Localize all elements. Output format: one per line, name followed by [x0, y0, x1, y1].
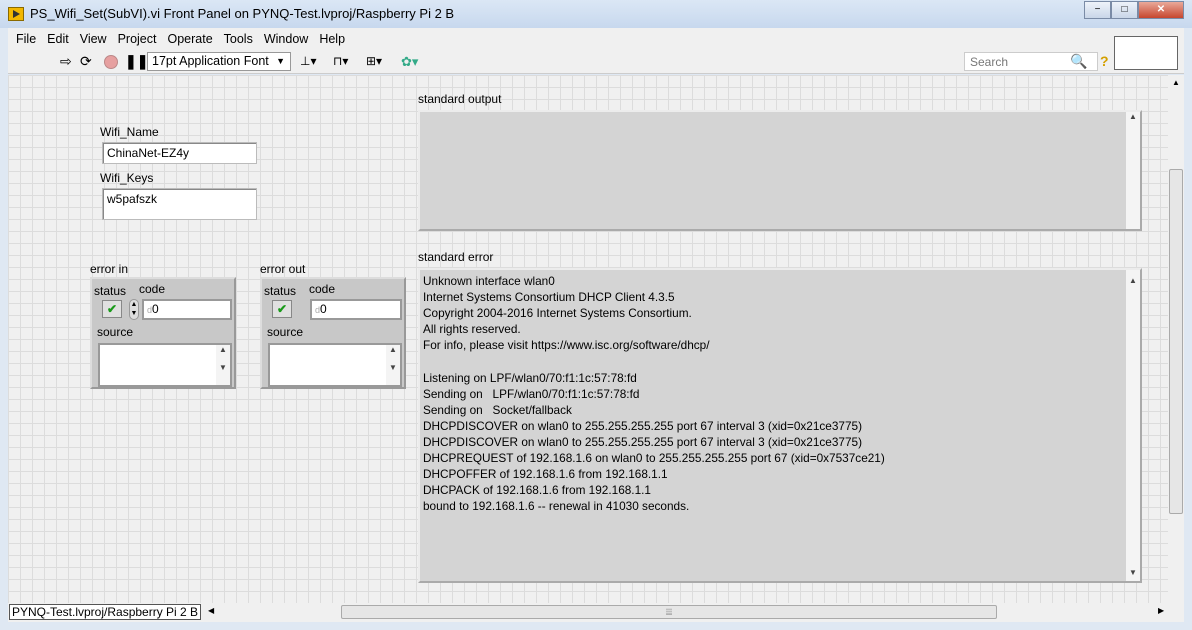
status-checkmark-icon: ✔: [272, 300, 292, 318]
font-select[interactable]: 17pt Application Font ▼: [147, 52, 291, 71]
help-icon[interactable]: ?: [1100, 53, 1109, 70]
menu-tools[interactable]: Tools: [222, 28, 260, 50]
increment-decrement-icon[interactable]: ▲ ▼: [129, 299, 139, 320]
status-label: status: [264, 284, 297, 298]
search-icon[interactable]: 🔍: [1070, 53, 1087, 70]
run-arrow-icon[interactable]: ⇨: [60, 53, 72, 70]
panel-horizontal-scrollbar[interactable]: ⦙⦙⦙: [341, 605, 997, 619]
scrollbar[interactable]: ▲ ▼: [216, 345, 230, 385]
title-bar: PS_Wifi_Set(SubVI).vi Front Panel on PYN…: [0, 0, 1192, 28]
toolbar: ⇨ ⟳ ❚❚ 17pt Application Font ▼ ⊥▾ ⊓▾ ⊞▾ ✿…: [8, 36, 1184, 74]
minimize-button[interactable]: −: [1084, 1, 1111, 19]
scrollbar[interactable]: ▲: [1126, 112, 1140, 229]
maximize-button[interactable]: □: [1111, 1, 1138, 19]
scroll-left-icon[interactable]: ◀: [208, 606, 214, 615]
run-continuously-icon[interactable]: ⟳: [80, 53, 92, 70]
error-out-label: error out: [260, 262, 306, 276]
standard-error-indicator: Unknown interface wlan0 Internet Systems…: [418, 268, 1142, 583]
scroll-up-icon[interactable]: ▲: [1168, 78, 1184, 87]
wifi-name-label: Wifi_Name: [100, 125, 159, 139]
pause-icon[interactable]: ❚❚: [125, 53, 148, 70]
labview-vi-icon: [8, 7, 24, 21]
menu-bar: File Edit View Project Operate Tools Win…: [8, 28, 1184, 50]
error-out-code-indicator: d0: [310, 299, 402, 320]
menu-operate[interactable]: Operate: [165, 28, 219, 50]
wifi-keys-input[interactable]: w5pafszk: [102, 188, 257, 220]
resize-objects-icon[interactable]: ⊞▾: [366, 53, 382, 70]
error-in-code-input[interactable]: d0: [142, 299, 232, 320]
source-label: source: [267, 325, 304, 339]
status-checkmark-icon[interactable]: ✔: [102, 300, 122, 318]
font-select-value: 17pt Application Font: [152, 54, 269, 68]
scroll-right-icon[interactable]: ▶: [1158, 606, 1164, 615]
code-label: code: [309, 282, 336, 296]
chevron-down-icon: ▼: [276, 56, 285, 66]
error-in-source-input[interactable]: ▲ ▼: [98, 343, 232, 387]
code-label: code: [139, 282, 166, 296]
distribute-objects-icon[interactable]: ⊓▾: [333, 53, 348, 70]
front-panel: Wifi_Name ChinaNet-EZ4y Wifi_Keys w5pafs…: [8, 75, 1168, 603]
menu-window[interactable]: Window: [262, 28, 315, 50]
error-out-cluster: status code ✔ d0 source ▲ ▼: [260, 277, 406, 389]
vi-connector-pane-icon: [1114, 36, 1178, 70]
close-button[interactable]: ✕: [1138, 1, 1184, 19]
source-label: source: [97, 325, 134, 339]
menu-file[interactable]: File: [14, 28, 43, 50]
window-title: PS_Wifi_Set(SubVI).vi Front Panel on PYN…: [30, 6, 455, 21]
menu-view[interactable]: View: [78, 28, 114, 50]
wifi-name-input[interactable]: ChinaNet-EZ4y: [102, 142, 257, 164]
menu-edit[interactable]: Edit: [45, 28, 76, 50]
error-out-source-indicator: ▲ ▼: [268, 343, 402, 387]
menu-project[interactable]: Project: [116, 28, 164, 50]
standard-output-label: standard output: [418, 92, 502, 106]
code-value: 0: [152, 302, 159, 316]
menu-help[interactable]: Help: [317, 28, 352, 50]
standard-output-indicator: ▲: [418, 110, 1142, 231]
reorder-icon[interactable]: ✿▾: [401, 53, 418, 70]
error-in-cluster: status code ✔ ▲ ▼ d0 source ▲ ▼: [90, 277, 236, 389]
scrollbar[interactable]: ▲ ▼: [386, 345, 400, 385]
scrollbar-thumb[interactable]: [1169, 169, 1183, 514]
abort-execution-icon[interactable]: [104, 55, 118, 69]
align-objects-icon[interactable]: ⊥▾: [300, 53, 316, 70]
wifi-keys-label: Wifi_Keys: [100, 171, 154, 185]
scrollbar[interactable]: ▲ ▼: [1126, 270, 1140, 581]
code-value: 0: [320, 302, 327, 316]
panel-vertical-scrollbar[interactable]: ▲: [1168, 75, 1184, 603]
standard-error-label: standard error: [418, 250, 494, 264]
standard-error-text: Unknown interface wlan0 Internet Systems…: [423, 274, 885, 514]
status-bar: PYNQ-Test.lvproj/Raspberry Pi 2 B ◀ ⦙⦙⦙ …: [8, 603, 1184, 622]
target-label: PYNQ-Test.lvproj/Raspberry Pi 2 B: [9, 604, 202, 620]
error-in-label: error in: [90, 262, 129, 276]
status-label: status: [94, 284, 127, 298]
